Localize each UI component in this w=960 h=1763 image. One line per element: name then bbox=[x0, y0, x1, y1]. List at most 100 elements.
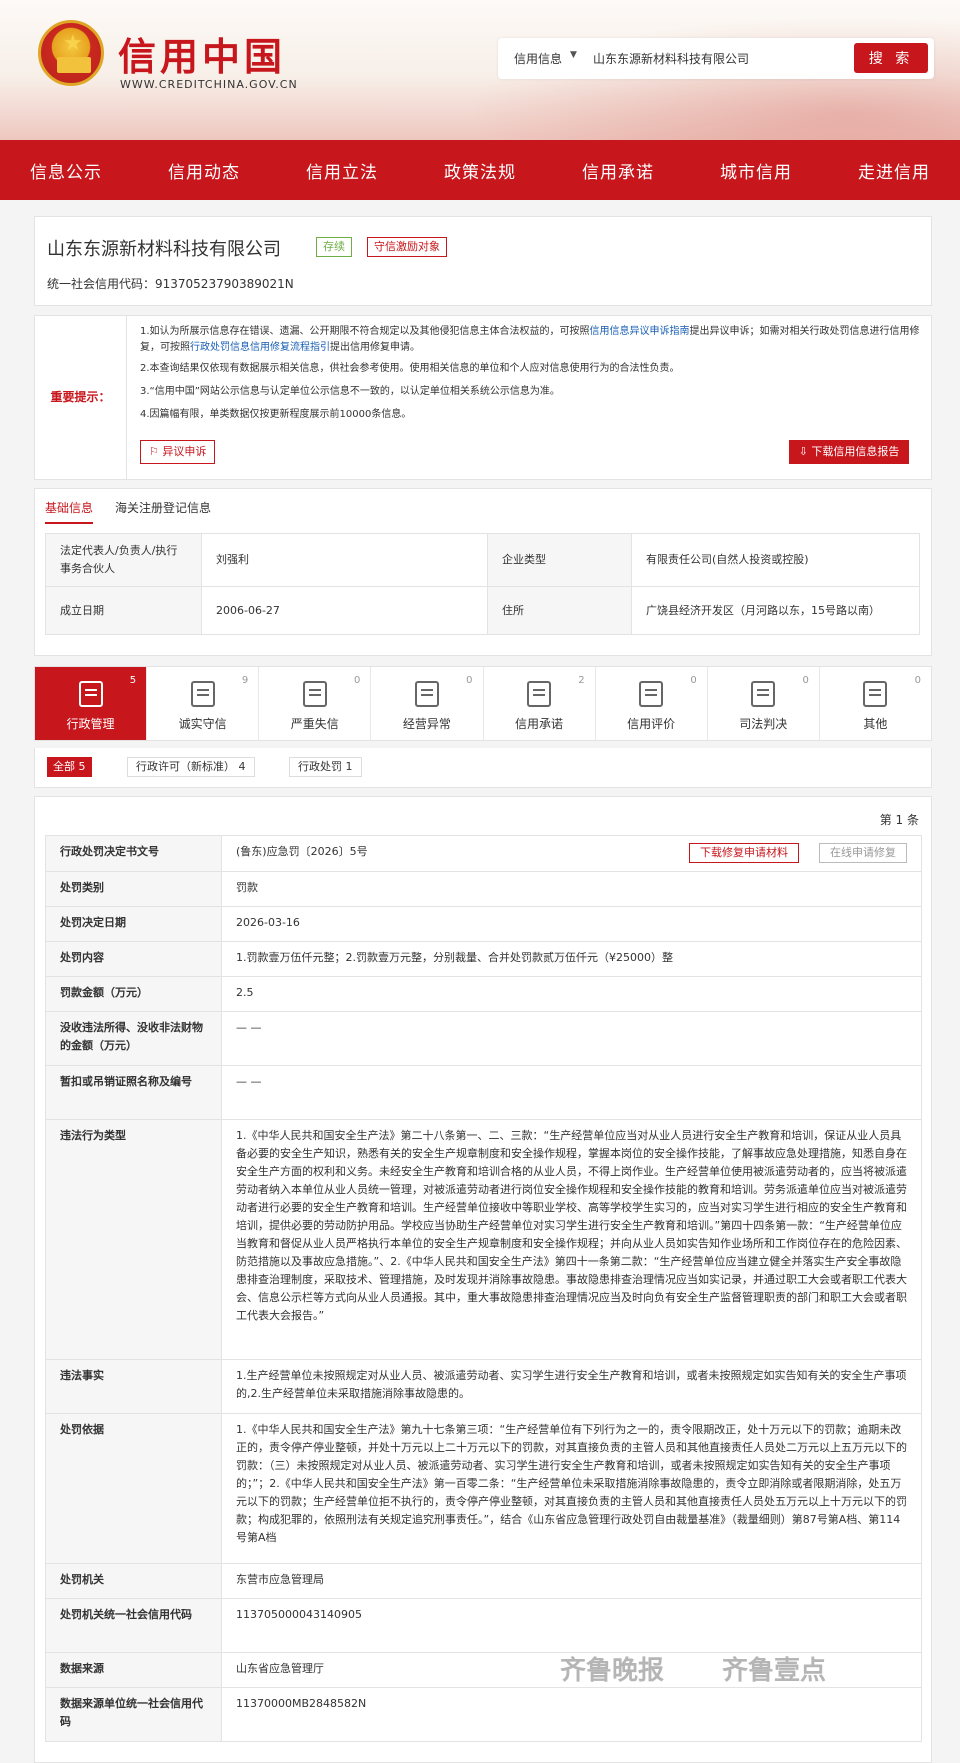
field-label: 处罚类别 bbox=[45, 871, 222, 907]
commitment-icon bbox=[527, 681, 552, 707]
table-row: 法定代表人/负责人/执行事务合伙人 刘强利 企业类型 有限责任公司(自然人投资或… bbox=[45, 533, 920, 587]
search-input[interactable] bbox=[593, 46, 843, 70]
notice-item-1: 1.如认为所展示信息存在错误、遗漏、公开期限不符合规定以及其他侵犯信息主体合法权… bbox=[140, 324, 920, 356]
shield-icon bbox=[190, 681, 215, 707]
search-button[interactable]: 搜 索 bbox=[854, 43, 928, 73]
tab-basic-info[interactable]: 基础信息 bbox=[45, 499, 94, 524]
important-notice: 重要提示： 1.如认为所展示信息存在错误、遗漏、公开期限不符合规定以及其他侵犯信… bbox=[34, 315, 932, 480]
basic-info-table: 法定代表人/负责人/执行事务合伙人 刘强利 企业类型 有限责任公司(自然人投资或… bbox=[45, 533, 920, 635]
field-label: 处罚依据 bbox=[45, 1413, 222, 1564]
notice-text: 提出信用修复申请。 bbox=[330, 342, 420, 353]
tab-label: 其他 bbox=[863, 717, 888, 731]
filter-all[interactable]: 全部 5 bbox=[47, 757, 92, 777]
nav-item-policies[interactable]: 政策法规 bbox=[444, 158, 516, 183]
main-nav: 信息公示 信用动态 信用立法 政策法规 信用承诺 城市信用 走进信用 bbox=[0, 140, 960, 200]
building-icon bbox=[863, 681, 888, 707]
caret-down-icon[interactable]: ▼ bbox=[570, 50, 577, 60]
field-value: 1.《中华人民共和国安全生产法》第二十八条第一、二、三款：“生产经营单位应当对从… bbox=[221, 1119, 922, 1360]
online-repair-button[interactable]: 在线申请修复 bbox=[819, 843, 907, 863]
tab-credit-commitment[interactable]: 2 信用承诺 bbox=[484, 667, 596, 740]
tab-label: 诚实守信 bbox=[178, 717, 227, 731]
repair-guide-link[interactable]: 行政处罚信息信用修复流程指引 bbox=[190, 342, 330, 353]
field-value: 有限责任公司(自然人投资或控股) bbox=[631, 533, 920, 587]
nav-item-info-disclosure[interactable]: 信息公示 bbox=[30, 158, 102, 183]
tab-integrity[interactable]: 9 诚实守信 bbox=[147, 667, 260, 740]
field-label: 企业类型 bbox=[487, 533, 632, 587]
table-row: 处罚内容 1.罚款壹万伍仟元整；2.罚款壹万元整，分别裁量、合并处罚款贰万伍仟元（… bbox=[45, 941, 922, 977]
field-value: 2.5 bbox=[221, 976, 922, 1012]
tab-administrative[interactable]: 5 行政管理 bbox=[35, 667, 148, 740]
field-value: 东营市应急管理局 bbox=[221, 1563, 922, 1599]
notice-text: 1.如认为所展示信息存在错误、遗漏、公开期限不符合规定以及其他侵犯信息主体合法权… bbox=[140, 326, 590, 337]
table-row: 处罚类别 罚款 bbox=[45, 871, 922, 907]
field-label: 处罚决定日期 bbox=[45, 906, 222, 942]
tab-credit-evaluation[interactable]: 0 信用评价 bbox=[596, 667, 708, 740]
tab-count: 9 bbox=[241, 675, 249, 686]
site-title[interactable]: 信用中国 bbox=[118, 26, 286, 81]
download-icon: ⇩ bbox=[798, 445, 812, 458]
table-row: 处罚机关统一社会信用代码 11370500004314​0905 bbox=[45, 1598, 922, 1653]
nav-item-credit-news[interactable]: 信用动态 bbox=[168, 158, 240, 183]
field-label: 法定代表人/负责人/执行事务合伙人 bbox=[45, 533, 202, 587]
field-label: 暂扣或吊销证照名称及编号 bbox=[45, 1065, 222, 1120]
field-value: 刘强利 bbox=[201, 533, 488, 587]
tab-label: 经营异常 bbox=[402, 717, 451, 731]
download-report-label: 下载信用信息报告 bbox=[811, 445, 900, 458]
field-value: 2006-06-27 bbox=[201, 586, 488, 635]
nav-item-credit-legislation[interactable]: 信用立法 bbox=[306, 158, 378, 183]
tab-count: 0 bbox=[802, 675, 809, 686]
tab-abnormal-operation[interactable]: 0 经营异常 bbox=[371, 667, 484, 740]
field-value: 1.《中华人民共和国安全生产法》第九十七条第三项：“生产经营单位有下列行为之一的… bbox=[221, 1413, 922, 1564]
filter-penalty[interactable]: 行政处罚 1 bbox=[289, 757, 362, 777]
appeal-guide-link[interactable]: 信用信息异议申诉指南 bbox=[590, 326, 690, 337]
download-repair-materials-button[interactable]: 下载修复申请材料 bbox=[689, 843, 799, 863]
field-label: 没收违法所得、没收非法财物的金额（万元） bbox=[45, 1011, 222, 1066]
nav-item-about-credit[interactable]: 走进信用 bbox=[858, 158, 930, 183]
filter-permit[interactable]: 行政许可（新标准） 4 bbox=[127, 757, 255, 777]
table-row: 罚款金额（万元） 2.5 bbox=[45, 976, 922, 1012]
field-value: 1.罚款壹万伍仟元整；2.罚款壹万元整，分别裁量、合并处罚款贰万伍仟元（¥250… bbox=[221, 941, 922, 977]
notice-item-2: 2.本查询结果仅依现有数据展示相关信息，供社会参考使用。使用相关信息的单位和个人… bbox=[140, 363, 680, 374]
field-label: 成立日期 bbox=[45, 586, 202, 635]
appeal-icon: ⚐ bbox=[149, 445, 163, 458]
tab-serious-dishonesty[interactable]: 0 严重失信 bbox=[259, 667, 372, 740]
company-card: 山东东源新材料科技有限公司 存续 守信激励对象 统一社会信用代码：9137052… bbox=[34, 216, 932, 306]
tab-judicial[interactable]: 0 司法判决 bbox=[708, 667, 820, 740]
tab-count: 2 bbox=[578, 675, 585, 686]
tab-count: 0 bbox=[690, 675, 697, 686]
field-label: 处罚机关统一社会信用代码 bbox=[45, 1598, 222, 1653]
tab-count: 5 bbox=[129, 675, 137, 686]
document-icon bbox=[78, 681, 103, 707]
table-row: 暂扣或吊销证照名称及编号 — — bbox=[45, 1065, 922, 1120]
national-emblem-logo: ★ bbox=[38, 20, 104, 86]
field-value: — — bbox=[221, 1065, 922, 1120]
field-value-cell: (鲁东)应急罚〔2026〕5号 下载修复申请材料 在线申请修复 bbox=[221, 835, 922, 872]
category-tabs: 5 行政管理 9 诚实守信 0 严重失信 0 经营异常 2 信用承诺 0 信用评价 0 司法判… bbox=[34, 666, 932, 741]
tab-label: 信用承诺 bbox=[515, 717, 564, 731]
notice-item-4: 4.因篇幅有限，单类数据仅按更新程度展示前10000条信息。 bbox=[140, 409, 412, 420]
nav-item-city-credit[interactable]: 城市信用 bbox=[720, 158, 792, 183]
tab-count: 0 bbox=[466, 675, 473, 686]
tab-label: 信用评价 bbox=[627, 717, 676, 731]
tab-other[interactable]: 0 其他 bbox=[820, 667, 931, 740]
field-label: 数据来源 bbox=[45, 1652, 222, 1688]
table-row: 成立日期 2006-06-27 住所 广饶县经济开发区（月河路以东，15号路以南… bbox=[45, 586, 920, 635]
tab-customs-info[interactable]: 海关注册登记信息 bbox=[115, 499, 211, 516]
warning-person-icon bbox=[302, 681, 327, 707]
tab-label: 司法判决 bbox=[739, 717, 788, 731]
notice-item-3: 3.“信用中国”网站公示信息与认定单位公示信息不一致的，以认定单位相关系统公示信… bbox=[140, 386, 560, 397]
credit-code: 统一社会信用代码：913705237903890​21N bbox=[47, 277, 294, 291]
table-row: 处罚依据 1.《中华人民共和国安全生产法》第九十七条第三项：“生产经营单位有下列行… bbox=[45, 1413, 922, 1564]
incentive-badge: 守信激励对象 bbox=[367, 237, 447, 257]
nav-item-credit-commitment[interactable]: 信用承诺 bbox=[582, 158, 654, 183]
download-report-button[interactable]: ⇩ 下载信用信息报告 bbox=[789, 440, 909, 464]
search-type-select[interactable]: 信用信息 bbox=[514, 50, 562, 67]
alarm-icon bbox=[414, 681, 439, 707]
star-icon: ★ bbox=[63, 31, 83, 56]
appeal-button[interactable]: ⚐ 异议申诉 bbox=[140, 440, 216, 464]
table-row: 违法行为类型 1.《中华人民共和国安全生产法》第二十八条第一、二、三款：“生产经营… bbox=[45, 1119, 922, 1360]
field-value: 11370500004314​0905 bbox=[221, 1598, 922, 1653]
field-label: 处罚机关 bbox=[45, 1563, 222, 1599]
search-box: 信用信息 ▼ 搜 索 bbox=[498, 38, 934, 79]
gate-icon bbox=[57, 57, 91, 73]
